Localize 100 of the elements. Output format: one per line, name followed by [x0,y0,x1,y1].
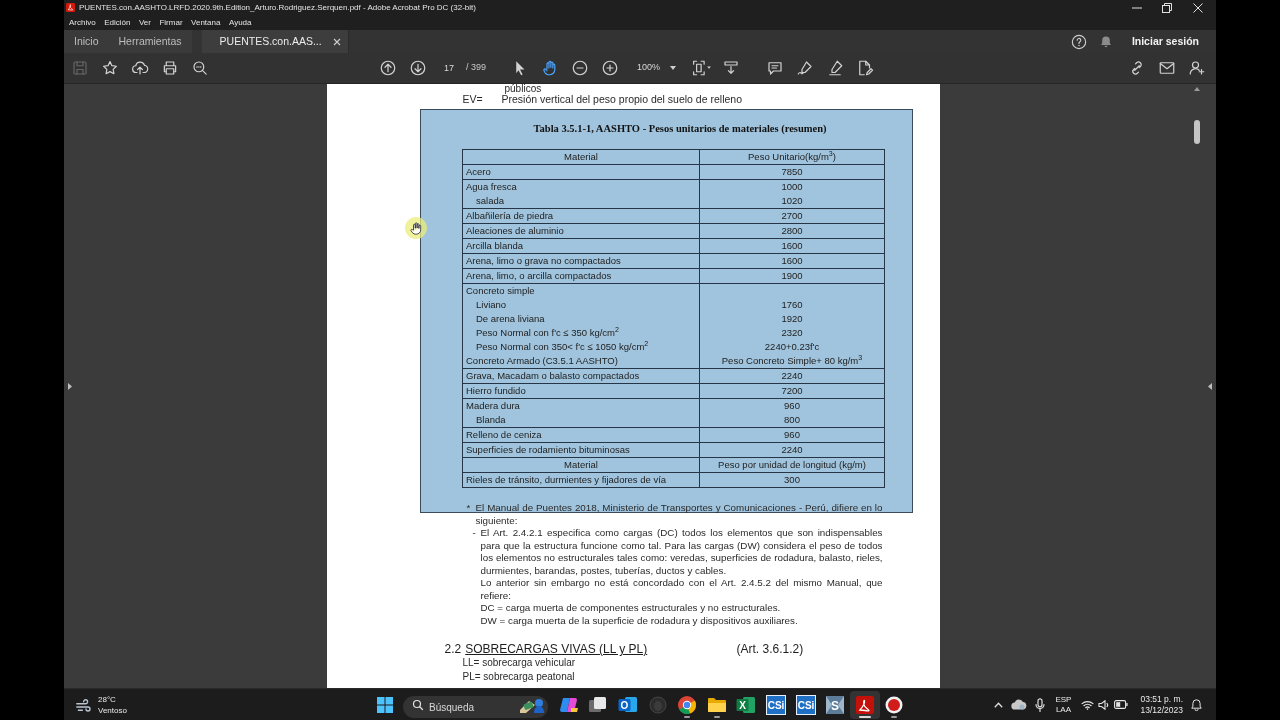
definition-line: PL= sobrecarga peatonal [462,670,576,684]
note-paragraph: El Manual de Puentes 2018, Ministerio de Transportes y Comunicaciones - Perú, difiere en lo siguiente: [475,502,883,527]
restore-icon [1162,2,1172,13]
section-number: 2.2 [444,642,462,656]
weight-value: Peso Concreto Simple+ 80 kg/m$^{3}$ [720,354,864,368]
note-paragraph: DW = carga muerta de la superficie de rodadura y dispositivos auxiliares. [480,614,799,627]
material-name: Peso Normal con 350< f'c ≤ 1050 kg/cm$^{2}$ [475,340,650,354]
overlapping-windows-icon [588,694,609,715]
close-icon[interactable] [332,37,341,46]
menu-item[interactable]: Firmar [155,16,187,29]
list-dash: - [472,527,477,540]
weight-value: 2240+0.23f'c [763,340,821,354]
pdf-app-icon [66,3,75,12]
arrow-up-circle-icon [379,59,397,77]
help-icon [1070,33,1087,50]
pen-signature-icon [796,59,815,77]
column-header: Peso por unidad de longitud (kg/m) [699,457,885,473]
search-field[interactable]: Búsqueda [403,696,548,718]
material-name: Albañilería de piedra [466,209,555,223]
menu-item[interactable]: Ayuda [224,16,256,29]
microphone-icon [1035,697,1046,712]
material-name: Acero [466,165,492,179]
taskbar-app-button[interactable]: S [820,690,850,719]
taskbar-app-button[interactable] [849,690,880,719]
app-tile-icon: CSi [795,694,816,715]
material-name: Rieles de tránsito, durmientes y fijadores de vía [466,473,668,487]
weight-value: 1760 [780,298,804,312]
weight-value: 7850 [780,165,804,179]
bell-icon [1098,34,1113,49]
speech-bubble-icon [766,59,785,77]
window-title: PUENTES.con.AASHTO.LRFD.2020.9th.Edition_Arturo.Rodriguez.Serquen.pdf - Adobe Acrobat Pro DC (32-bit) [79,1,476,14]
definition-text: Presión vertical del peso propio del suelo de relleno [501,93,742,106]
bell-icon [1191,698,1202,711]
zoom-dropdown[interactable]: 100% [629,57,681,79]
column-header: Material [462,149,700,165]
clock-button[interactable]: 03:51 p. m. 13/12/2023 [1132,690,1187,719]
weight-value: 1920 [780,312,804,326]
arrow-down-circle-icon [409,59,427,77]
material-name: Liviano [475,298,508,312]
scrollbar-thumb[interactable] [1194,120,1200,144]
weight-value: 2240 [780,443,804,457]
speaker-icon [1098,699,1111,710]
wind-icon [76,697,92,712]
running-indicator-icon [891,715,898,718]
menu-item[interactable]: Ventana [187,16,225,29]
app-tile-icon: CSi [765,694,786,715]
weight-value: 1600 [780,254,804,268]
menu-item[interactable]: Edición [100,16,135,29]
weight-value: 800 [783,413,801,427]
person-plus-icon [1188,59,1206,77]
material-name: De arena liviana [475,312,546,326]
taskbar-app-button[interactable]: CSi [790,690,821,719]
panel-toggle-icon[interactable] [68,382,72,390]
material-name: Arena, limo o grava no compactados [466,254,622,268]
scroll-page-icon [722,59,741,77]
material-name: Peso Normal con f'c ≤ 350 kg/cm$^{2}$ [475,326,620,340]
fit-page-icon [690,59,712,77]
running-indicator-icon [713,715,720,718]
weather-widget[interactable]: 28°C Ventoso [64,692,370,717]
search-icon [412,698,424,711]
tab[interactable]: Inicio [64,30,109,53]
search-icon [191,59,209,77]
scroll-up-icon[interactable] [1194,87,1200,91]
printer-icon [161,59,179,77]
material-name: salada [475,194,505,208]
weight-value: 960 [783,399,801,413]
help-button[interactable] [1070,33,1087,50]
tab[interactable]: Herramientas [108,30,192,53]
sign-in-button[interactable]: Iniciar sesión [1131,33,1199,50]
weight-value: 2700 [780,209,804,223]
wifi-icon [1081,699,1095,710]
material-name: Concreto simple [466,284,536,298]
material-name: Grava, Macadam o balasto compactados [466,369,641,383]
table-title: Tabla 3.5.1-1, AASHTO - Pesos unitarios de materiales (resumen) [532,122,828,136]
menu-item[interactable]: Ver [134,16,155,29]
material-name: Arcilla blanda [466,239,525,253]
weight-value: 1900 [780,269,804,283]
dark-circle-icon [647,694,668,715]
panel-toggle-icon[interactable] [1208,382,1212,390]
weight-value: 7200 [780,384,804,398]
cloud-upload-icon [131,59,149,77]
language-button[interactable]: ESP LAA [1049,690,1078,719]
weight-value: 2320 [780,326,804,340]
weight-value: 1020 [780,194,804,208]
four-squares-icon [377,696,393,713]
taskbar-app-button[interactable]: X [731,690,762,719]
hand-cursor-icon [405,216,427,239]
definition-line: LL= sobrecarga vehicular [462,656,577,670]
taskbar-app-button[interactable]: CSi [761,690,791,719]
notifications-button[interactable] [1098,34,1113,49]
tab[interactable]: PUENTES.con.AAS... [201,30,349,53]
material-name: Superficies de rodamiento bituminosas [466,443,631,457]
taskbar-app-button[interactable]: O [613,690,643,719]
weight-value: 2240 [780,369,804,383]
menu-item[interactable]: Archivo [65,16,100,29]
running-indicator-icon [684,715,691,718]
page-count: / 399 [466,61,487,75]
plus-circle-icon [601,59,620,77]
battery-icon [1114,700,1129,709]
marker-pen-icon [826,59,845,77]
